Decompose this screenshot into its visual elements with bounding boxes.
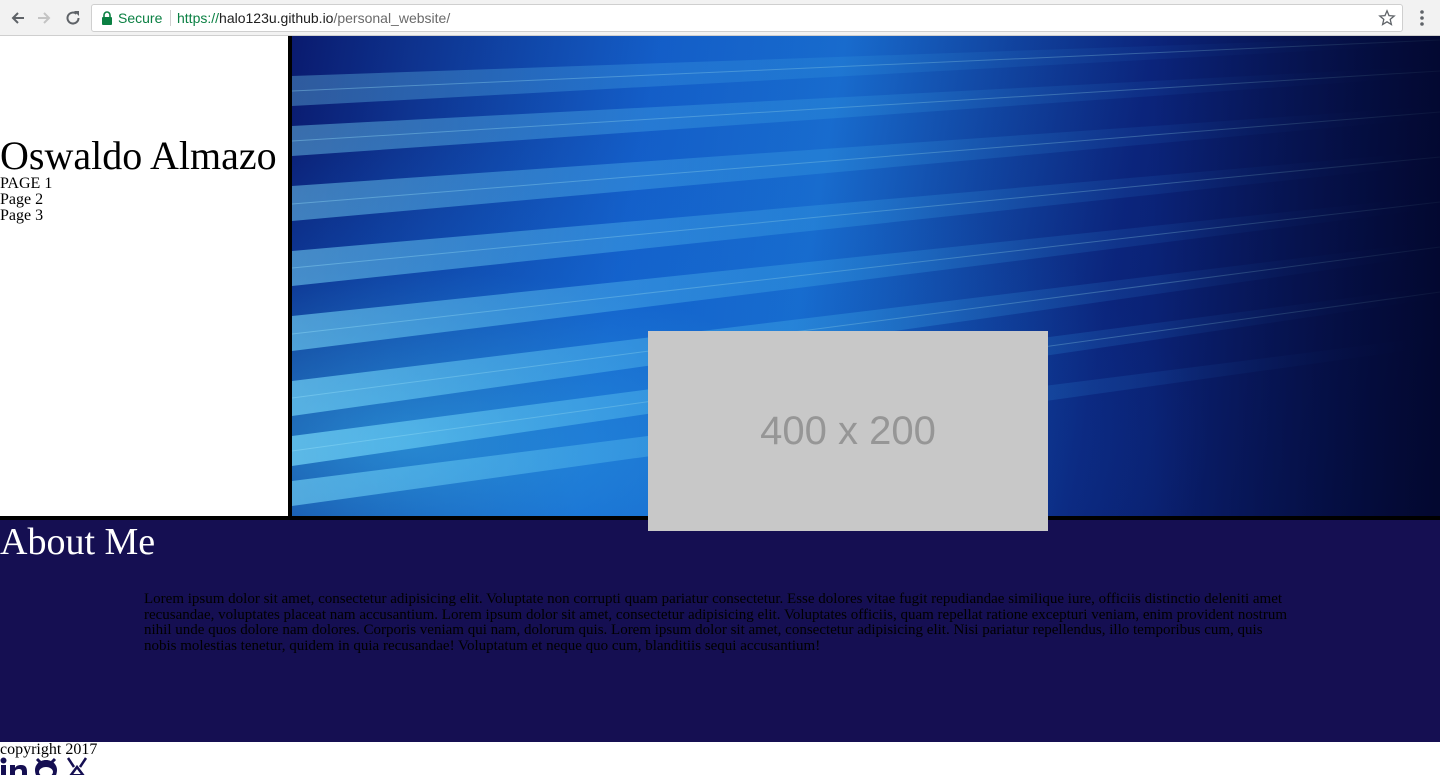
header-sidebar: Oswaldo Almazo PAGE 1 Page 2 Page 3 [0,36,288,516]
linkedin-icon[interactable] [0,757,30,775]
footer: copyright 2017 [0,742,1440,775]
site-nav: PAGE 1 Page 2 Page 3 [0,176,52,224]
address-bar[interactable]: Secure https://halo123u.github.io/person… [91,4,1403,32]
reload-button[interactable] [61,6,85,30]
nav-link-page-1[interactable]: PAGE 1 [0,176,52,192]
reload-icon [66,11,80,25]
more-vert-icon[interactable] [1412,7,1432,29]
url-scheme: https:// [177,10,220,26]
nav-link-page-2[interactable]: Page 2 [0,192,52,208]
about-text: Lorem ipsum dolor sit amet, consectetur … [144,591,1288,654]
url-text[interactable]: https://halo123u.github.io/personal_webs… [177,5,450,31]
github-icon[interactable] [32,757,60,775]
copyright-text: copyright 2017 [0,741,98,758]
arrow-right-icon [38,12,51,24]
about-section: About Me Lorem ipsum dolor sit amet, con… [0,520,1440,742]
arrow-left-icon [11,12,24,24]
url-path: /personal_website/ [333,10,451,26]
devpost-icon[interactable] [64,757,90,775]
bookmark-star-icon[interactable] [1378,9,1396,27]
placeholder-image: 400 x 200 [648,331,1048,531]
site-name: Oswaldo Almazo [0,133,277,178]
omnibox-separator [170,10,171,26]
back-button[interactable] [6,6,30,30]
social-links [0,757,100,775]
about-title: About Me [0,521,156,563]
secure-label: Secure [118,10,163,26]
browser-toolbar: Secure https://halo123u.github.io/person… [0,0,1440,36]
forward-button[interactable] [32,6,56,30]
nav-link-page-3[interactable]: Page 3 [0,208,52,224]
url-host: halo123u.github.io [219,10,334,26]
lock-icon [102,11,112,25]
